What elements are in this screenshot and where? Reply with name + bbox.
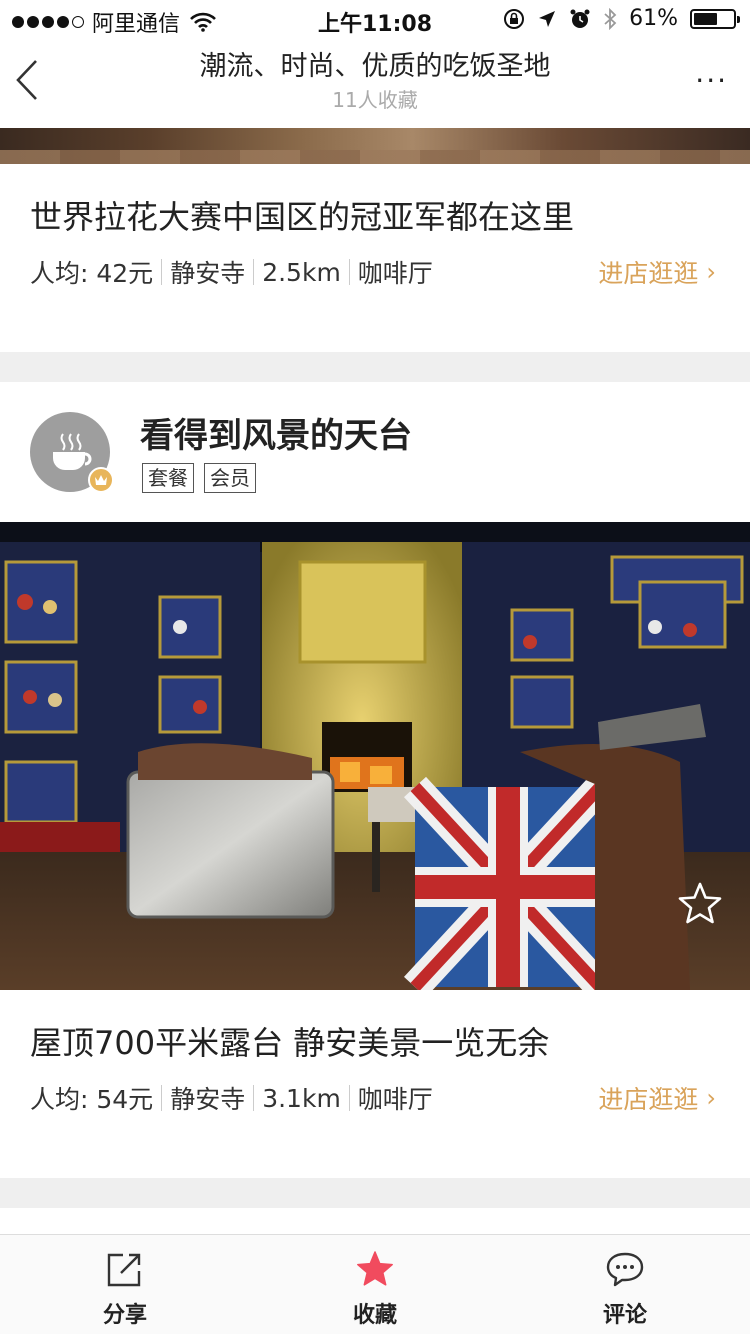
- divider: [348, 1085, 350, 1111]
- status-bar: 阿里通信 上午11:08 61%: [0, 0, 750, 40]
- coffee-cup-icon: [53, 433, 92, 470]
- status-right: 61%: [503, 6, 740, 31]
- signal-strength-icon: [12, 16, 84, 28]
- rooftop-cafe-photo: [0, 522, 750, 990]
- shop-photo[interactable]: [0, 522, 750, 990]
- collect-count: 11人收藏: [332, 88, 418, 112]
- crown-icon: [88, 467, 114, 493]
- shop-area: 静安寺: [170, 1085, 246, 1114]
- shop-price: 人均: 42元: [30, 259, 154, 288]
- battery-level: [694, 12, 718, 25]
- tag-member: 会员: [204, 463, 256, 493]
- battery-percent: 61%: [629, 6, 678, 31]
- orientation-lock-icon: [504, 8, 525, 29]
- battery-icon: [690, 8, 740, 29]
- shop-title[interactable]: 屋顶700平米露台 静安美景一览无余: [30, 1018, 549, 1064]
- comment-button[interactable]: 评论: [500, 1235, 750, 1334]
- location-icon: [539, 10, 556, 27]
- star-filled-icon: [357, 1251, 393, 1286]
- visit-shop-link[interactable]: 进店逛逛 ›: [598, 254, 716, 290]
- more-button[interactable]: ···: [695, 64, 728, 97]
- shop-category: 咖啡厅: [357, 1085, 433, 1114]
- tag-list: 套餐 会员: [142, 463, 256, 493]
- divider: [161, 259, 163, 285]
- shop-area: 静安寺: [170, 259, 246, 288]
- chevron-right-icon: ›: [706, 258, 716, 286]
- tag-package: 套餐: [142, 463, 194, 493]
- share-button[interactable]: 分享: [0, 1235, 250, 1334]
- shop-title[interactable]: 世界拉花大赛中国区的冠亚军都在这里: [30, 192, 574, 238]
- chevron-right-icon: ›: [706, 1084, 716, 1112]
- shop-distance: 3.1km: [262, 1083, 341, 1113]
- share-label: 分享: [102, 1303, 147, 1328]
- visit-label: 进店逛逛: [598, 1085, 699, 1114]
- carrier-name: 阿里通信: [92, 12, 181, 37]
- page-title: 潮流、时尚、优质的吃饭圣地: [199, 51, 551, 82]
- star-outline-icon[interactable]: [676, 880, 724, 928]
- share-icon: [107, 1253, 141, 1287]
- shop-meta: 人均: 42元 静安寺 2.5km 咖啡厅: [30, 254, 433, 290]
- bottom-toolbar: 分享 收藏 评论: [0, 1234, 750, 1334]
- shop-price: 人均: 54元: [30, 1085, 154, 1114]
- divider: [348, 259, 350, 285]
- alarm-icon: [570, 9, 590, 28]
- section-divider: [0, 1178, 750, 1208]
- shop-distance: 2.5km: [262, 257, 341, 287]
- collect-label: 收藏: [352, 1303, 397, 1328]
- comment-bubble-icon: [606, 1252, 644, 1287]
- shop-meta: 人均: 54元 静安寺 3.1km 咖啡厅: [30, 1080, 433, 1116]
- visit-shop-link[interactable]: 进店逛逛 ›: [598, 1080, 716, 1116]
- shop-category: 咖啡厅: [357, 259, 433, 288]
- shop-photo[interactable]: [0, 128, 750, 164]
- divider: [253, 259, 255, 285]
- divider: [161, 1085, 163, 1111]
- wifi-icon: [190, 12, 216, 32]
- visit-label: 进店逛逛: [598, 259, 699, 288]
- section-title[interactable]: 看得到风景的天台: [140, 408, 412, 457]
- content-list[interactable]: 世界拉花大赛中国区的冠亚军都在这里 人均: 42元 静安寺 2.5km 咖啡厅 …: [0, 128, 750, 1234]
- navigation-bar: 潮流、时尚、优质的吃饭圣地 11人收藏 ···: [0, 40, 750, 128]
- status-left: 阿里通信: [12, 6, 216, 38]
- section-divider: [0, 352, 750, 382]
- comment-label: 评论: [602, 1303, 647, 1328]
- divider: [253, 1085, 255, 1111]
- collect-button[interactable]: 收藏: [250, 1235, 500, 1334]
- bluetooth-icon: [604, 7, 617, 30]
